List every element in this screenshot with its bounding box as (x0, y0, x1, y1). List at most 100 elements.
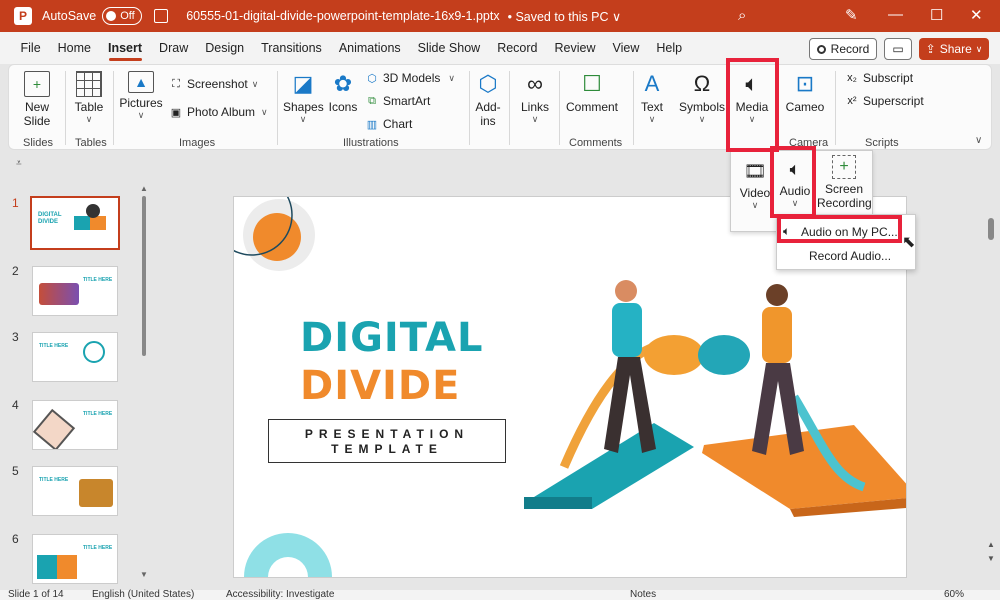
photo-album-button[interactable]: ▣ Photo Album ∨ (169, 105, 268, 119)
thumbnail-scrollbar[interactable]: ▲ ▼ (140, 182, 148, 582)
ribbon: + New Slide Slides Table ∨ Tables ▲ Pict… (8, 64, 992, 150)
slide-scrollbar[interactable]: ▲ ▼ (986, 182, 996, 590)
tab-home[interactable]: Home (49, 32, 99, 64)
group-label-scripts: Scripts (865, 137, 899, 149)
collapse-ribbon-icon[interactable]: ∨ (975, 135, 982, 146)
slide-thumbnail[interactable]: DIGITAL DIVIDE (30, 196, 120, 250)
slide-thumbnail[interactable]: TITLE HERE (32, 534, 118, 584)
tab-draw[interactable]: Draw (151, 32, 197, 64)
smartart-button[interactable]: ⧉ SmartArt (365, 94, 430, 108)
slide-thumbnail[interactable]: TITLE HERE (32, 466, 118, 516)
omega-icon: Ω (693, 71, 711, 96)
photo-album-icon: ▣ (170, 106, 182, 119)
new-slide-button[interactable]: + New Slide (17, 71, 57, 128)
comment-button[interactable]: ☐ Comment (565, 71, 619, 114)
autosave-toggle[interactable]: Off (102, 7, 143, 25)
scroll-up-icon[interactable]: ▲ (987, 540, 995, 549)
group-label-images: Images (179, 137, 216, 149)
comment-icon: ☐ (582, 71, 602, 96)
group-label-slides: Slides (23, 137, 53, 149)
thumb-number: 3 (12, 330, 19, 344)
record-audio-item[interactable]: Record Audio... (809, 249, 891, 263)
icons-button[interactable]: ✿ Icons (325, 71, 361, 114)
group-label-illustrations: Illustrations (343, 137, 399, 149)
chart-button[interactable]: ▥ Chart (365, 117, 413, 131)
3d-models-button[interactable]: ⬡ 3D Models ∨ (365, 71, 455, 85)
pictures-icon: ▲ (128, 71, 154, 93)
group-label-comments: Comments (569, 137, 623, 149)
cameo-button[interactable]: ⊡ Cameo (785, 71, 825, 114)
save-icon[interactable] (154, 9, 169, 23)
slide-thumbnail[interactable]: TITLE HERE (32, 332, 118, 382)
tab-transitions[interactable]: Transitions (253, 32, 331, 64)
status-bar: Slide 1 of 14 English (United States) Ac… (0, 590, 1000, 600)
cube-icon: ⬡ (367, 72, 377, 85)
slide-thumbnail[interactable]: TITLE HERE (32, 266, 118, 316)
powerpoint-logo-icon: P (14, 7, 32, 25)
pen-icon[interactable]: ✎ (845, 6, 858, 24)
text-icon: A (644, 71, 660, 96)
icons-icon: ✿ (333, 71, 353, 96)
save-status[interactable]: • Saved to this PC ∨ (508, 9, 622, 24)
superscript-button[interactable]: x² Superscript (845, 94, 923, 108)
audio-button[interactable]: 🔈︎ Audio ∨ (775, 157, 815, 209)
notes-button[interactable]: Notes (630, 590, 656, 600)
film-icon: 🎞︎ (743, 160, 767, 181)
thumb-number: 4 (12, 398, 19, 412)
subscript-icon: x₂ (847, 72, 857, 84)
thumb-number: 1 (12, 196, 19, 210)
record-button[interactable]: Record (809, 38, 877, 60)
scroll-down-icon[interactable]: ▼ (140, 570, 148, 579)
language-status[interactable]: English (United States) (92, 590, 194, 600)
comments-button[interactable]: ▭ (884, 38, 912, 60)
screen-recording-button[interactable]: + Screen Recording (817, 155, 872, 210)
tab-design[interactable]: Design (197, 32, 253, 64)
search-icon[interactable]: ⌕ (738, 7, 746, 24)
group-label-camera: Camera (789, 137, 829, 149)
smartart-icon: ⧉ (368, 94, 376, 107)
tab-view[interactable]: View (604, 32, 648, 64)
share-button[interactable]: ⇪ Share ∨ (919, 38, 989, 60)
cameo-icon: ⊡ (795, 71, 815, 96)
tab-help[interactable]: Help (648, 32, 691, 64)
tab-slide-show[interactable]: Slide Show (409, 32, 489, 64)
screenshot-button[interactable]: ⛶ Screenshot ∨ (169, 77, 258, 91)
autosave-label: AutoSave (42, 9, 97, 23)
slide-thumbnail[interactable]: TITLE HERE (32, 400, 118, 450)
screen-recording-icon: + (832, 155, 856, 179)
customize-qat-icon[interactable]: ⩡ (16, 158, 22, 169)
table-button[interactable]: Table ∨ (71, 71, 107, 125)
slide-subtitle-line1: PRESENTATION (304, 427, 470, 441)
zoom-level[interactable]: 60% (944, 590, 964, 600)
thumbnail-pane: 1 DIGITAL DIVIDE 2 TITLE HERE 3 TITLE HE… (0, 182, 150, 590)
accessibility-status[interactable]: Accessibility: Investigate (226, 590, 334, 600)
speaker-icon: 🔈︎ (783, 224, 791, 238)
table-icon (76, 71, 102, 97)
links-button[interactable]: ∞ Links ∨ (517, 71, 553, 125)
minimize-icon[interactable]: — (888, 6, 903, 23)
symbols-button[interactable]: Ω Symbols ∨ (679, 71, 725, 125)
tab-insert[interactable]: Insert (100, 32, 151, 64)
addins-button[interactable]: ⬡ Add-ins (471, 71, 505, 128)
text-button[interactable]: A Text ∨ (637, 71, 667, 125)
mouse-cursor-icon: ⬉ (902, 234, 916, 251)
subscript-button[interactable]: x₂ Subscript (845, 71, 913, 85)
tab-animations[interactable]: Animations (330, 32, 409, 64)
pictures-button[interactable]: ▲ Pictures ∨ (119, 71, 163, 121)
scroll-down-icon[interactable]: ▼ (987, 554, 995, 563)
media-button[interactable]: 🔈︎ Media ∨ (733, 71, 771, 125)
shapes-button[interactable]: ◪ Shapes ∨ (283, 71, 324, 125)
tab-review[interactable]: Review (546, 32, 604, 64)
tab-record[interactable]: Record (489, 32, 546, 64)
audio-on-my-pc-item[interactable]: 🔈︎ Audio on My PC... (783, 224, 898, 239)
file-name: 60555-01-digital-divide-powerpoint-templ… (186, 9, 500, 23)
scroll-up-icon[interactable]: ▲ (140, 184, 148, 193)
video-button[interactable]: 🎞︎ Video ∨ (737, 159, 773, 211)
title-bar: P AutoSave Off 60555-01-digital-divide-p… (0, 0, 1000, 32)
maximize-icon[interactable]: ☐ (930, 6, 943, 24)
slide-title-line1: DIGITAL (300, 315, 484, 361)
speaker-icon: 🔈︎ (745, 71, 759, 96)
close-icon[interactable]: ✕ (970, 6, 983, 24)
chart-icon: ▥ (366, 118, 378, 131)
tab-file[interactable]: File (12, 32, 49, 64)
